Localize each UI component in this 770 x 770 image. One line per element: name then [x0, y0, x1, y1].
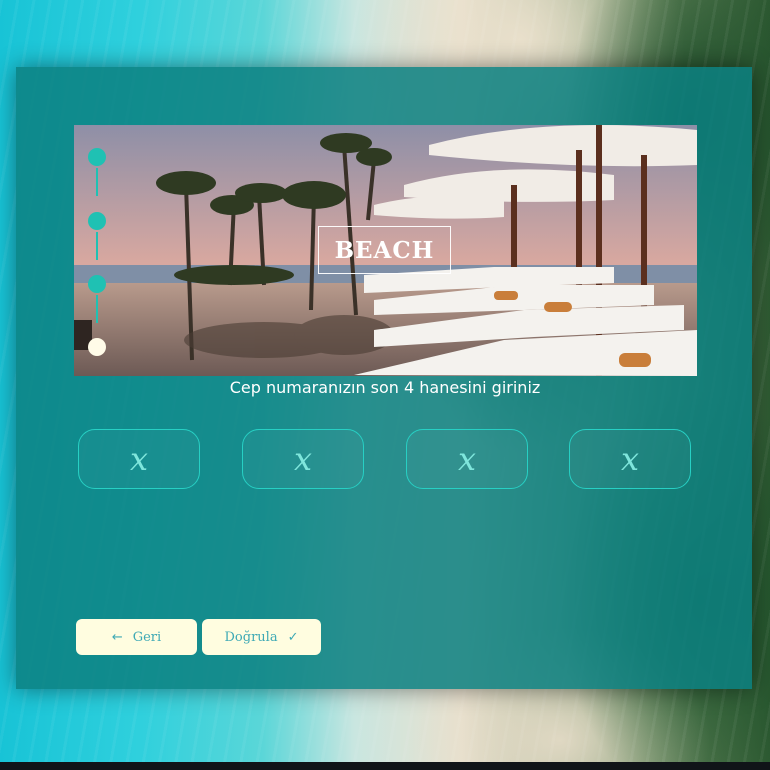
step-dot-1	[88, 148, 106, 166]
code-input-4-value: x	[620, 440, 640, 478]
back-button[interactable]: ← Geri	[76, 619, 197, 655]
code-input-3-value: x	[457, 440, 477, 478]
code-input-2[interactable]: x	[242, 429, 364, 489]
verify-button[interactable]: Doğrula ✓	[202, 619, 321, 655]
code-input-1[interactable]: x	[78, 429, 200, 489]
step-connector-2	[96, 232, 98, 260]
hero-label: BEACH	[318, 226, 451, 274]
verify-button-label: Doğrula	[224, 629, 278, 645]
check-icon: ✓	[287, 629, 299, 645]
code-input-4[interactable]: x	[569, 429, 691, 489]
back-button-label: Geri	[132, 629, 162, 645]
code-input-1-value: x	[129, 440, 149, 478]
step-dot-3	[88, 275, 106, 293]
arrow-left-icon: ←	[111, 629, 123, 645]
code-input-2-value: x	[293, 440, 313, 478]
step-connector-1	[96, 168, 98, 196]
instruction-text: Cep numaranızın son 4 hanesini giriniz	[229, 378, 541, 397]
step-dot-2	[88, 212, 106, 230]
step-connector-3	[96, 295, 98, 323]
step-dot-4-active	[88, 338, 106, 356]
progress-stepper	[88, 148, 106, 358]
bottom-strip	[0, 762, 770, 770]
code-input-3[interactable]: x	[406, 429, 528, 489]
